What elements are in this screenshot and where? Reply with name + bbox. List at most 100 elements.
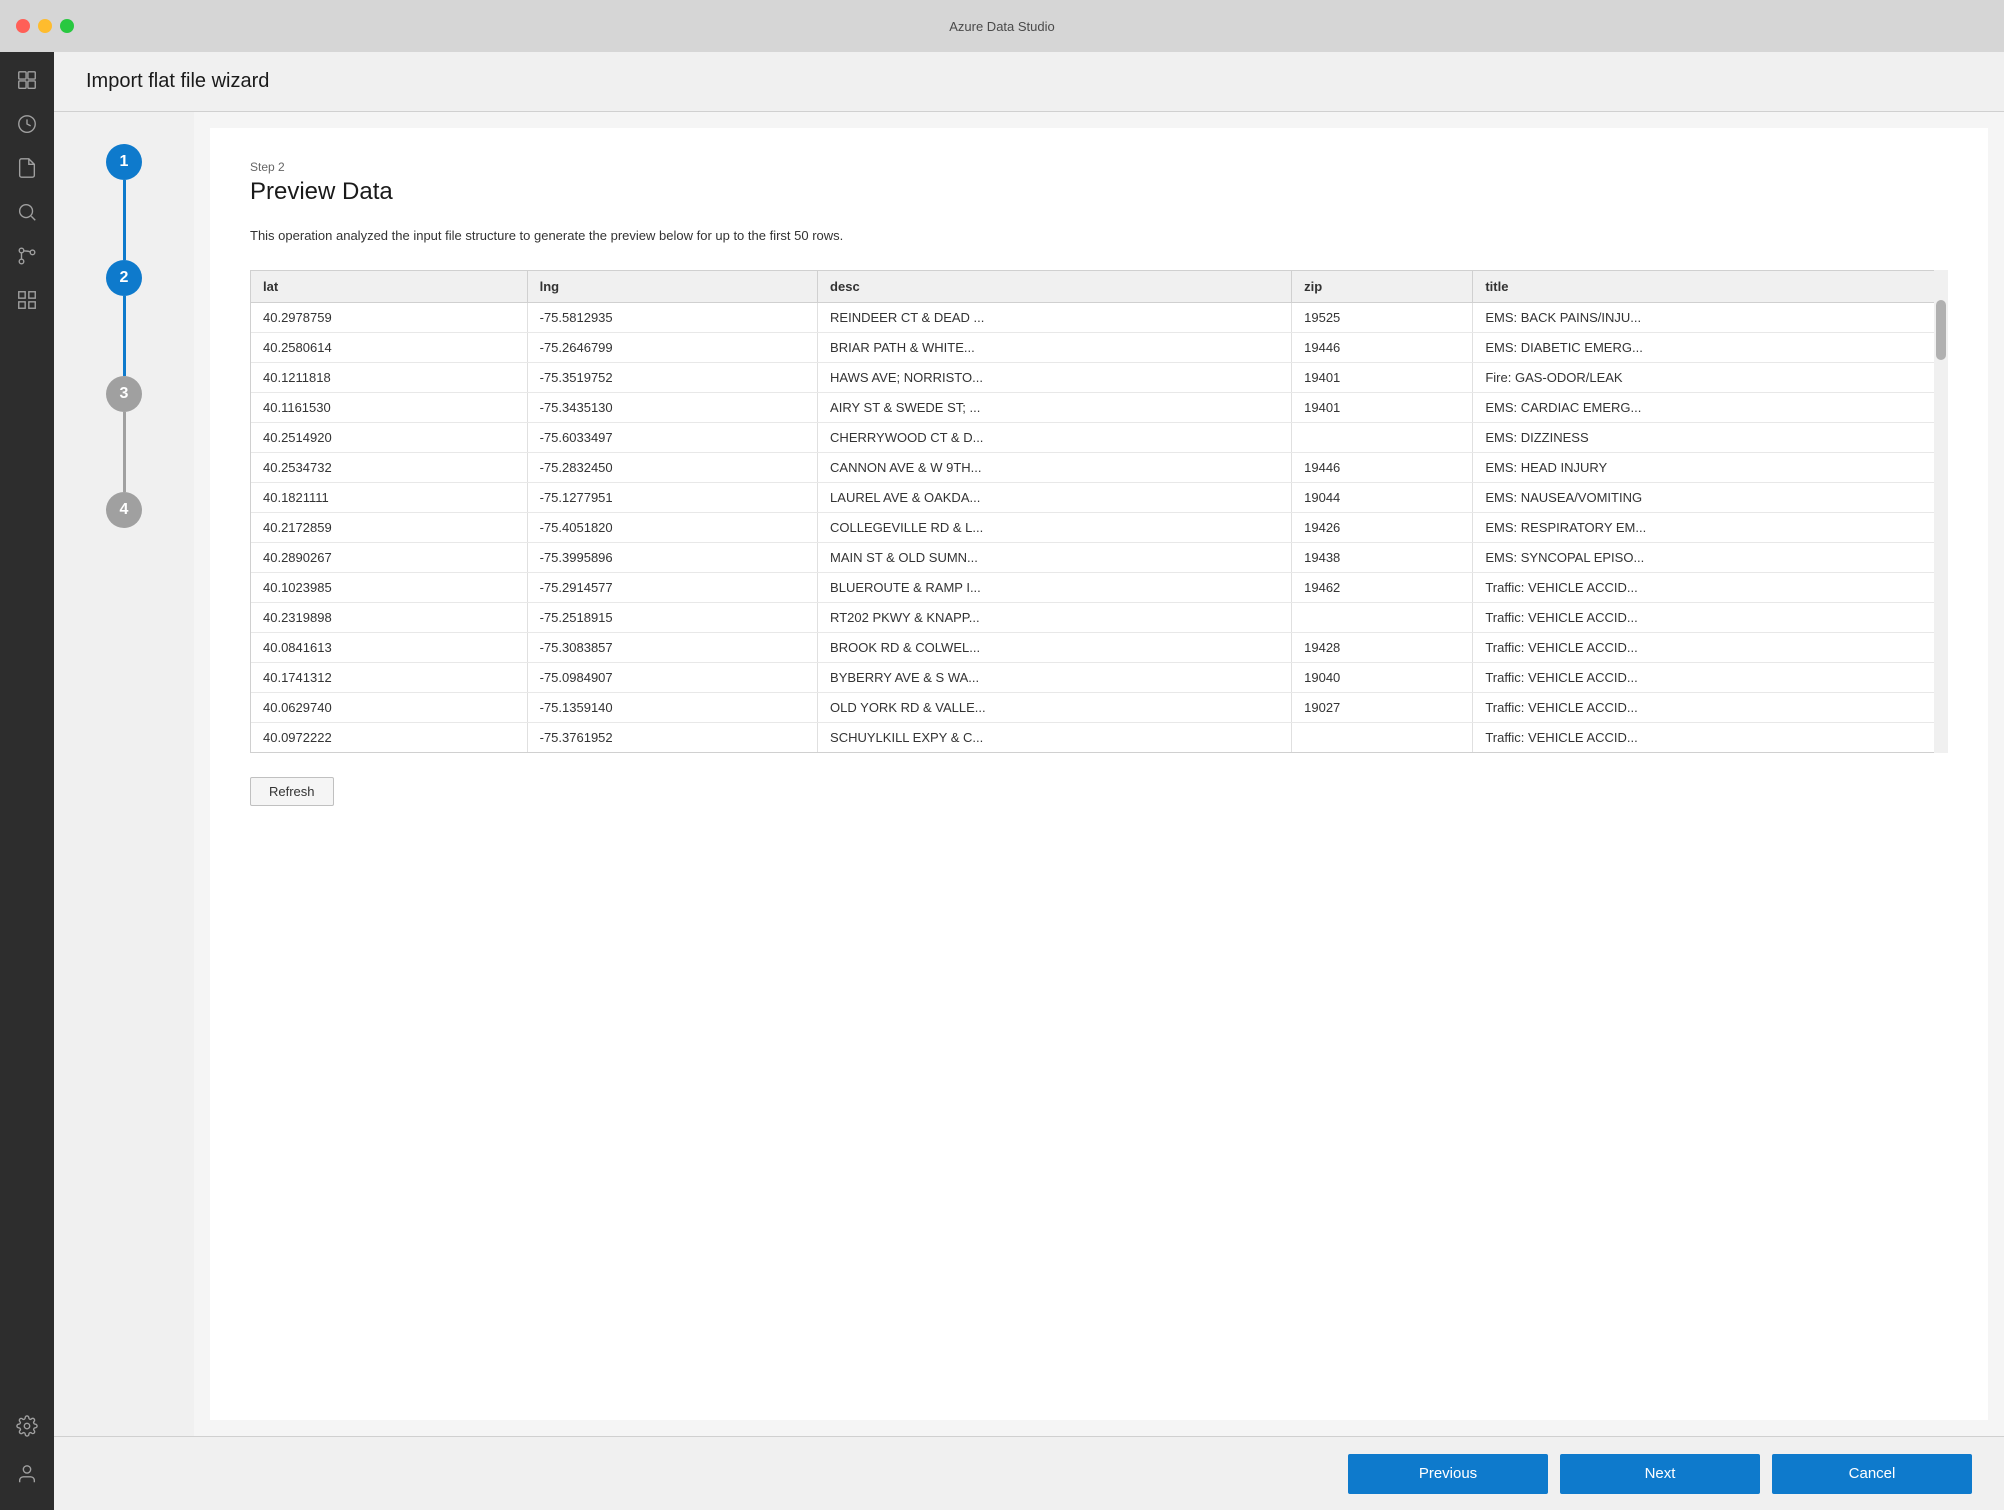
step-1: 1 bbox=[106, 144, 142, 180]
table-cell: 40.1023985 bbox=[251, 572, 527, 602]
table-cell bbox=[1292, 422, 1473, 452]
table-wrapper: lat lng desc zip title 40.2978759-75.581… bbox=[250, 270, 1948, 753]
table-cell: BROOK RD & COLWEL... bbox=[818, 632, 1292, 662]
close-button[interactable] bbox=[16, 19, 30, 33]
col-header-desc: desc bbox=[818, 271, 1292, 303]
step-4: 4 bbox=[106, 492, 142, 528]
col-header-lng: lng bbox=[527, 271, 817, 303]
table-header-row: lat lng desc zip title bbox=[251, 271, 1947, 303]
table-cell: 40.2534732 bbox=[251, 452, 527, 482]
table-cell: 19428 bbox=[1292, 632, 1473, 662]
sidebar-icon-settings[interactable] bbox=[7, 1406, 47, 1446]
refresh-button[interactable]: Refresh bbox=[250, 777, 334, 806]
table-cell: EMS: HEAD INJURY bbox=[1473, 452, 1947, 482]
table-cell: -75.3995896 bbox=[527, 542, 817, 572]
step-circle-3: 3 bbox=[106, 376, 142, 412]
minimize-button[interactable] bbox=[38, 19, 52, 33]
table-row: 40.2172859-75.4051820COLLEGEVILLE RD & L… bbox=[251, 512, 1947, 542]
content-area: Import flat file wizard 1 2 3 4 bbox=[54, 52, 2004, 1510]
titlebar: Azure Data Studio bbox=[0, 0, 2004, 52]
maximize-button[interactable] bbox=[60, 19, 74, 33]
table-cell: 19446 bbox=[1292, 452, 1473, 482]
table-cell: Traffic: VEHICLE ACCID... bbox=[1473, 722, 1947, 752]
col-header-title: title bbox=[1473, 271, 1947, 303]
table-cell: 40.2580614 bbox=[251, 332, 527, 362]
app-title: Azure Data Studio bbox=[949, 19, 1055, 34]
table-cell: EMS: CARDIAC EMERG... bbox=[1473, 392, 1947, 422]
table-row: 40.1023985-75.2914577BLUEROUTE & RAMP I.… bbox=[251, 572, 1947, 602]
table-cell bbox=[1292, 602, 1473, 632]
table-cell: 40.2890267 bbox=[251, 542, 527, 572]
col-header-zip: zip bbox=[1292, 271, 1473, 303]
table-cell: Traffic: VEHICLE ACCID... bbox=[1473, 602, 1947, 632]
sidebar-icon-explorer[interactable] bbox=[7, 60, 47, 100]
table-cell: EMS: NAUSEA/VOMITING bbox=[1473, 482, 1947, 512]
table-cell: -75.5812935 bbox=[527, 302, 817, 332]
sidebar-icon-documents[interactable] bbox=[7, 148, 47, 188]
data-table-container: lat lng desc zip title 40.2978759-75.581… bbox=[250, 270, 1948, 753]
table-cell: Traffic: VEHICLE ACCID... bbox=[1473, 632, 1947, 662]
table-cell: -75.4051820 bbox=[527, 512, 817, 542]
table-cell: 19401 bbox=[1292, 362, 1473, 392]
step-connector-1-2 bbox=[123, 180, 126, 260]
table-cell: -75.1277951 bbox=[527, 482, 817, 512]
wizard-footer: Previous Next Cancel bbox=[54, 1436, 2004, 1510]
table-cell: EMS: BACK PAINS/INJU... bbox=[1473, 302, 1947, 332]
next-button[interactable]: Next bbox=[1560, 1454, 1760, 1494]
table-row: 40.1211818-75.3519752HAWS AVE; NORRISTO.… bbox=[251, 362, 1947, 392]
table-cell: EMS: SYNCOPAL EPISO... bbox=[1473, 542, 1947, 572]
table-row: 40.0629740-75.1359140OLD YORK RD & VALLE… bbox=[251, 692, 1947, 722]
preview-title: Preview Data bbox=[250, 178, 1948, 206]
preview-description: This operation analyzed the input file s… bbox=[250, 226, 1948, 246]
previous-button[interactable]: Previous bbox=[1348, 1454, 1548, 1494]
table-cell: EMS: DIZZINESS bbox=[1473, 422, 1947, 452]
table-cell: 40.0629740 bbox=[251, 692, 527, 722]
table-cell: 19525 bbox=[1292, 302, 1473, 332]
table-row: 40.0972222-75.3761952SCHUYLKILL EXPY & C… bbox=[251, 722, 1947, 752]
table-cell: Traffic: VEHICLE ACCID... bbox=[1473, 692, 1947, 722]
sidebar-icon-git[interactable] bbox=[7, 236, 47, 276]
table-cell: -75.2518915 bbox=[527, 602, 817, 632]
table-cell: HAWS AVE; NORRISTO... bbox=[818, 362, 1292, 392]
wizard-title: Import flat file wizard bbox=[86, 70, 269, 92]
table-cell: 40.2172859 bbox=[251, 512, 527, 542]
cancel-button[interactable]: Cancel bbox=[1772, 1454, 1972, 1494]
table-cell: CHERRYWOOD CT & D... bbox=[818, 422, 1292, 452]
table-cell: 40.2319898 bbox=[251, 602, 527, 632]
sidebar bbox=[0, 52, 54, 1510]
step-2: 2 bbox=[106, 260, 142, 296]
window-controls bbox=[16, 19, 74, 33]
sidebar-icon-account[interactable] bbox=[7, 1454, 47, 1494]
step-connector-2-3 bbox=[123, 296, 126, 376]
sidebar-icon-search[interactable] bbox=[7, 192, 47, 232]
table-cell: -75.6033497 bbox=[527, 422, 817, 452]
app-container: Import flat file wizard 1 2 3 4 bbox=[0, 52, 2004, 1510]
table-cell: CANNON AVE & W 9TH... bbox=[818, 452, 1292, 482]
table-cell: EMS: DIABETIC EMERG... bbox=[1473, 332, 1947, 362]
table-row: 40.1821111-75.1277951LAUREL AVE & OAKDA.… bbox=[251, 482, 1947, 512]
scrollbar-track[interactable] bbox=[1934, 270, 1948, 753]
col-header-lat: lat bbox=[251, 271, 527, 303]
sidebar-icon-grid[interactable] bbox=[7, 280, 47, 320]
table-cell: RT202 PKWY & KNAPP... bbox=[818, 602, 1292, 632]
table-cell: 40.0841613 bbox=[251, 632, 527, 662]
table-cell: 19027 bbox=[1292, 692, 1473, 722]
sidebar-icon-history[interactable] bbox=[7, 104, 47, 144]
table-cell: LAUREL AVE & OAKDA... bbox=[818, 482, 1292, 512]
table-cell: 19438 bbox=[1292, 542, 1473, 572]
table-cell: AIRY ST & SWEDE ST; ... bbox=[818, 392, 1292, 422]
table-cell: Traffic: VEHICLE ACCID... bbox=[1473, 662, 1947, 692]
wizard-header: Import flat file wizard bbox=[54, 52, 2004, 112]
table-cell: -75.3083857 bbox=[527, 632, 817, 662]
table-cell: 40.1161530 bbox=[251, 392, 527, 422]
table-cell: 40.1741312 bbox=[251, 662, 527, 692]
table-cell: OLD YORK RD & VALLE... bbox=[818, 692, 1292, 722]
table-cell: -75.3435130 bbox=[527, 392, 817, 422]
table-cell: REINDEER CT & DEAD ... bbox=[818, 302, 1292, 332]
steps-panel: 1 2 3 4 bbox=[54, 112, 194, 1436]
scrollbar-thumb[interactable] bbox=[1936, 300, 1946, 360]
table-cell: 19044 bbox=[1292, 482, 1473, 512]
table-cell: 40.2514920 bbox=[251, 422, 527, 452]
table-row: 40.2580614-75.2646799BRIAR PATH & WHITE.… bbox=[251, 332, 1947, 362]
table-row: 40.1161530-75.3435130AIRY ST & SWEDE ST;… bbox=[251, 392, 1947, 422]
